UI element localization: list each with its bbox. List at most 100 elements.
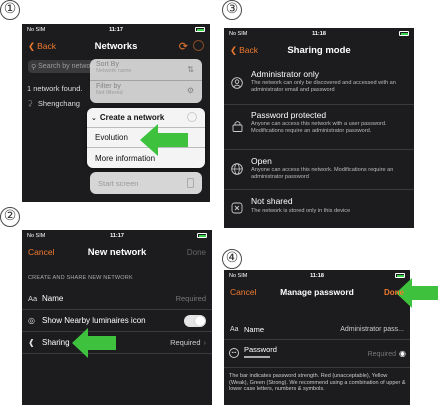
password-strength-bar [244, 356, 270, 358]
status-bar: No SIM 11:17 [22, 24, 210, 35]
text-icon: Aa [28, 294, 38, 303]
plus-circle-icon [187, 112, 197, 122]
password-hint: The bar indicates password strength. Red… [229, 373, 406, 393]
sort-icon: ⇅ [187, 65, 194, 74]
filter-by-value: Not filtered [96, 90, 123, 96]
section-header: CREATE AND SHARE NEW NETWORK [28, 275, 133, 281]
status-bar: No SIM 11:18 [224, 28, 414, 39]
screen-networks: No SIM 11:17 ❮ Back Networks ⟳ ⚲ Search … [22, 24, 210, 202]
option-desc: The network can only be discovered and a… [251, 80, 396, 93]
sharing-value: Required [170, 338, 201, 347]
sharing-label: Sharing [42, 338, 70, 347]
nav-bar: Cancel Manage password Done [224, 282, 410, 302]
globe-icon [231, 163, 243, 175]
sort-by-item[interactable]: Sort By Network name ⇅ [90, 59, 202, 81]
sort-by-label: Sort By [96, 61, 119, 68]
start-screen-label: Start screen [98, 178, 139, 188]
back-button[interactable]: ❮ Back [28, 41, 56, 52]
option-desc: The network is stored only in this devic… [251, 208, 351, 214]
text-icon: Aa [230, 326, 239, 333]
green-arrow-icon [140, 124, 188, 156]
status-bar: No SIM 11:18 [224, 270, 410, 281]
not-shared-icon [231, 202, 243, 214]
filter-by-item[interactable]: Filter by Not filtered ⚙ [90, 81, 202, 103]
option-password-protected[interactable]: Password protected Anyone can access thi… [224, 105, 414, 150]
nav-bar: ❮ Back Sharing mode [224, 40, 414, 60]
password-field[interactable]: ••• Password Required ◉ [224, 340, 410, 368]
name-placeholder: Required [175, 294, 206, 303]
clock: 11:17 [110, 232, 124, 239]
clock: 11:18 [310, 272, 324, 279]
done-button[interactable]: Done [384, 288, 404, 297]
screen-new-network: No SIM 11:17 Cancel New network Done CRE… [22, 230, 212, 405]
chevron-left-icon: ❮ [230, 44, 238, 55]
start-screen-item[interactable]: Start screen [90, 172, 202, 194]
nav-bar: ❮ Back Networks ⟳ [22, 36, 210, 56]
option-title: Administrator only [251, 69, 320, 79]
name-field[interactable]: Aa Name Required [22, 288, 212, 310]
step-2-number: ② [0, 207, 20, 227]
network-row[interactable]: ⚳ Shengchang [27, 99, 80, 108]
screen-sharing-mode: No SIM 11:18 ❮ Back Sharing mode Adminis… [224, 28, 414, 228]
show-icon-row: ◎ Show Nearby luminaires icon [22, 310, 212, 332]
option-desc: Anyone can access this network. Modifica… [251, 167, 394, 180]
phone-icon [187, 178, 194, 188]
name-label: Name [42, 294, 64, 303]
chevron-right-icon: › [203, 338, 207, 347]
option-title: Open [251, 156, 272, 166]
share-icon: ❰ [28, 338, 35, 347]
battery-icon [197, 233, 207, 238]
password-placeholder: Required [367, 351, 396, 358]
cancel-button[interactable]: Cancel [230, 287, 256, 297]
clock: 11:18 [312, 30, 326, 37]
network-icon: ⚳ [27, 99, 33, 108]
clock: 11:17 [109, 26, 123, 33]
option-desc: Anyone can access this network with a us… [251, 121, 387, 134]
done-button[interactable]: Done [187, 248, 206, 257]
step-1-number: ① [0, 0, 20, 20]
step-4-number: ④ [222, 249, 242, 269]
show-icon-toggle[interactable] [184, 314, 206, 327]
found-count: 1 network found. [27, 84, 83, 93]
refresh-icon[interactable]: ⟳ [179, 40, 188, 53]
back-label: Back [37, 41, 57, 51]
back-button[interactable]: ❮ Back [230, 45, 258, 56]
name-value: Administrator pass... [340, 326, 404, 333]
option-title: Not shared [251, 196, 293, 206]
name-field[interactable]: Aa Name Administrator pass... [224, 320, 410, 340]
sort-by-value: Network name [96, 68, 132, 74]
evolution-label: Evolution [95, 133, 128, 142]
search-placeholder: Search by network [38, 63, 97, 70]
option-open[interactable]: Open Anyone can access this network. Mod… [224, 150, 414, 190]
search-icon: ⚲ [31, 63, 37, 71]
add-network-icon[interactable] [193, 39, 204, 51]
filter-by-label: Filter by [96, 83, 121, 90]
option-not-shared[interactable]: Not shared The network is stored only in… [224, 190, 414, 226]
step-3-number: ③ [222, 0, 242, 20]
option-admin-only[interactable]: Administrator only The network can only … [224, 64, 414, 105]
battery-icon [195, 27, 205, 32]
password-icon: ••• [229, 348, 239, 358]
sort-filter-menu: Sort By Network name ⇅ Filter by Not fil… [90, 59, 202, 103]
nav-bar: Cancel New network Done [22, 242, 212, 262]
network-name: Shengchang [37, 99, 80, 108]
password-label: Password [244, 345, 277, 354]
name-label: Name [244, 325, 265, 334]
sharing-row[interactable]: ❰ Sharing Required › [22, 332, 212, 354]
chevron-left-icon: ❮ [28, 40, 36, 51]
lock-icon [232, 121, 243, 132]
back-label: Back [239, 45, 259, 55]
battery-icon [399, 31, 409, 36]
filter-icon: ⚙ [186, 86, 194, 95]
chevron-down-icon: ⌄ [91, 114, 97, 122]
nearby-icon: ◎ [28, 316, 35, 325]
admin-icon [231, 77, 243, 89]
show-icon-label: Show Nearby luminaires icon [42, 316, 146, 325]
status-bar: No SIM 11:17 [22, 230, 212, 241]
option-title: Password protected [251, 110, 327, 120]
create-network-label: Create a network [99, 113, 165, 122]
cancel-button[interactable]: Cancel [28, 247, 54, 257]
screen-manage-password: No SIM 11:18 Cancel Manage password Done… [224, 270, 410, 405]
eye-icon[interactable]: ◉ [399, 349, 406, 358]
green-arrow-icon [72, 328, 116, 358]
